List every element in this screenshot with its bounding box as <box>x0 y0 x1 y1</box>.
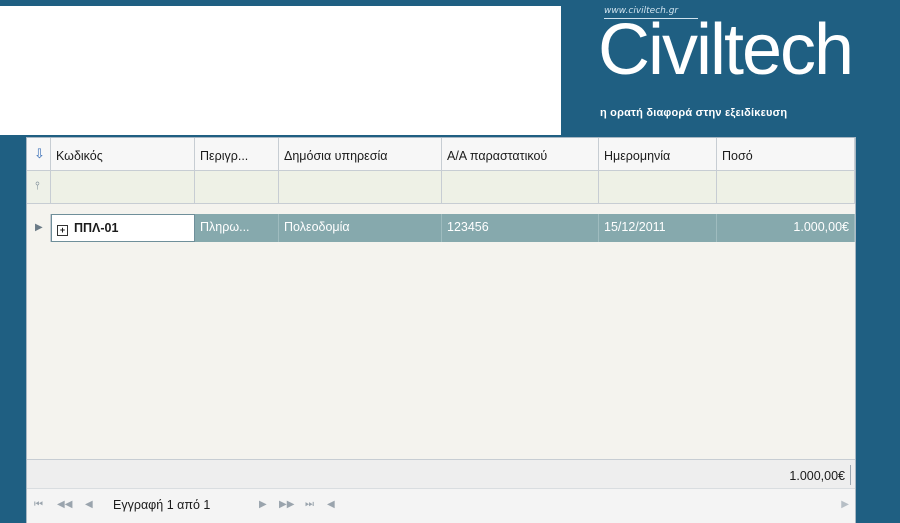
scroll-left-icon[interactable]: ◀ <box>327 499 335 510</box>
content-band <box>0 127 561 135</box>
filter-row: ⫯ <box>27 171 855 204</box>
column-header-description[interactable]: Περιγρ... <box>195 138 279 170</box>
footer-separator <box>850 465 851 485</box>
previous-page-icon[interactable]: ◀◀ <box>57 499 72 510</box>
filter-cell-doc-no[interactable] <box>442 171 599 203</box>
cell-service[interactable]: Πολεοδομία <box>279 214 442 242</box>
record-counter: Εγγραφή 1 από 1 <box>113 498 211 512</box>
logo-tagline: η ορατή διαφορά στην εξειδίκευση <box>600 107 788 119</box>
table-row[interactable]: ▶ + ΠΠΛ-01 Πληρω... Πολεοδομία 123456 15/… <box>27 214 855 242</box>
filter-cell-code[interactable] <box>51 171 195 203</box>
cell-amount[interactable]: 1.000,00€ <box>717 214 855 242</box>
grid-footer: 1.000,00€ <box>27 459 855 489</box>
cell-date[interactable]: 15/12/2011 <box>599 214 717 242</box>
cell-code-text: ΠΠΛ-01 <box>74 221 119 235</box>
column-header-service[interactable]: Δημόσια υπηρεσία <box>279 138 442 170</box>
previous-record-icon[interactable]: ◀ <box>85 499 93 510</box>
row-indicator: ▶ <box>27 214 51 242</box>
grid-header: ⇩ Κωδικός Περιγρ... Δημόσια υπηρεσία Α/Α… <box>27 138 855 171</box>
first-page-icon[interactable]: ⏮ <box>34 499 43 510</box>
next-record-icon[interactable]: ▶ <box>259 499 267 510</box>
column-header-date[interactable]: Ημερομηνία <box>599 138 717 170</box>
filter-cell-amount[interactable] <box>717 171 855 203</box>
cell-code[interactable]: + ΠΠΛ-01 <box>51 214 195 242</box>
cell-description[interactable]: Πληρω... <box>195 214 279 242</box>
grid-empty-area <box>27 242 855 459</box>
content-panel <box>0 6 561 127</box>
footer-total: 1.000,00€ <box>789 469 845 483</box>
filter-indicator: ⫯ <box>27 171 51 203</box>
record-navigator: ⏮ ◀◀ ◀ Εγγραφή 1 από 1 ▶ ▶▶ ⏭ ◀ ▶ <box>27 488 855 523</box>
scroll-right-icon[interactable]: ▶ <box>841 499 849 510</box>
column-header-code[interactable]: Κωδικός <box>51 138 195 170</box>
next-page-icon[interactable]: ▶▶ <box>279 499 294 510</box>
filter-cell-service[interactable] <box>279 171 442 203</box>
sort-icon: ⇩ <box>34 146 45 161</box>
filter-cell-description[interactable] <box>195 171 279 203</box>
last-page-icon[interactable]: ⏭ <box>305 499 314 510</box>
filter-cell-date[interactable] <box>599 171 717 203</box>
column-header-doc-no[interactable]: Α/Α παραστατικού <box>442 138 599 170</box>
expand-icon[interactable]: + <box>57 225 68 236</box>
current-row-arrow-icon: ▶ <box>35 222 43 233</box>
filter-pin-icon: ⫯ <box>35 180 40 192</box>
column-chooser[interactable]: ⇩ <box>27 138 51 170</box>
civiltech-logo: www.civiltech.gr Civiltech η ορατή διαφο… <box>596 0 896 135</box>
data-grid: ⇩ Κωδικός Περιγρ... Δημόσια υπηρεσία Α/Α… <box>26 137 856 523</box>
cell-doc-no[interactable]: 123456 <box>442 214 599 242</box>
column-header-amount[interactable]: Ποσό <box>717 138 855 170</box>
logo-wordmark: Civiltech <box>598 10 854 90</box>
